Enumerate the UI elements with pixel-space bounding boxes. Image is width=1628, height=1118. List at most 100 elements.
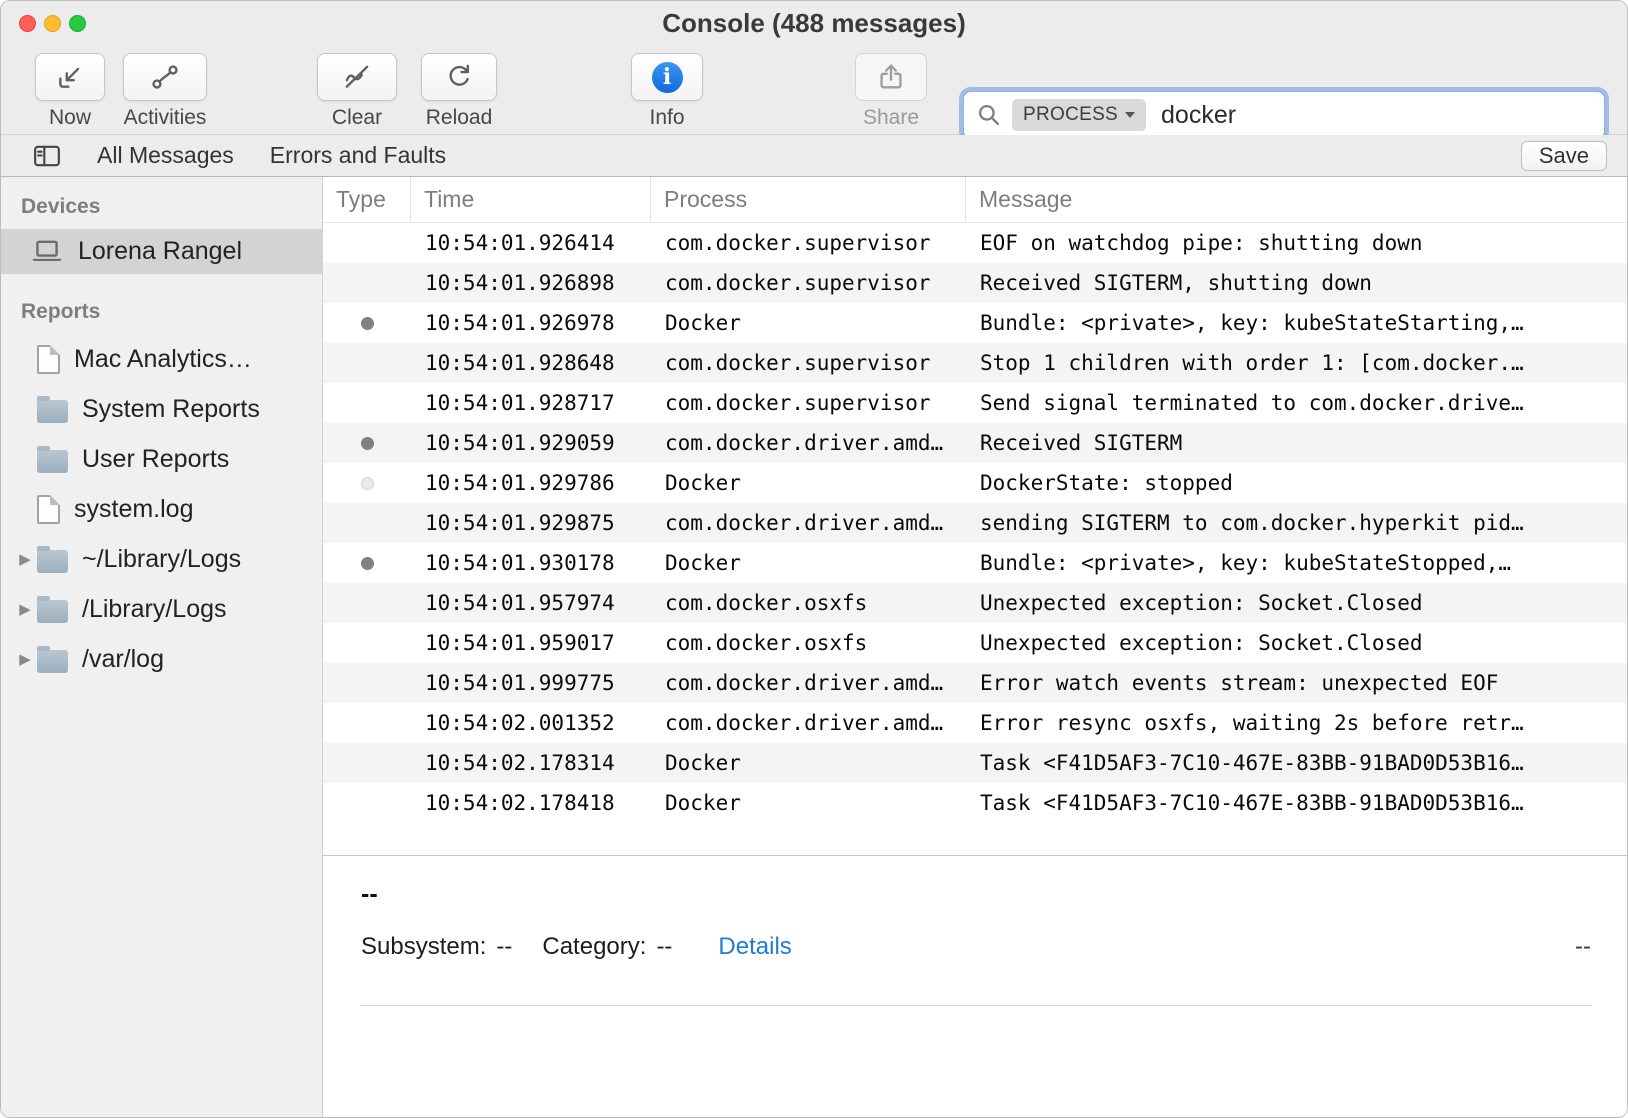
- log-process: com.docker.supervisor: [651, 351, 966, 375]
- log-level-dot: [361, 237, 374, 250]
- log-message: Error resync osxfs, waiting 2s before re…: [966, 711, 1627, 735]
- reload-button[interactable]: [421, 53, 497, 101]
- column-header-process[interactable]: Process: [651, 177, 966, 222]
- log-type-cell: [323, 477, 411, 490]
- column-header-message[interactable]: Message: [966, 177, 1627, 222]
- log-process: com.docker.supervisor: [651, 391, 966, 415]
- share-button[interactable]: [855, 53, 927, 101]
- search-input-value[interactable]: docker: [1161, 101, 1236, 130]
- share-label: Share: [863, 106, 919, 130]
- reload-icon: [444, 62, 474, 92]
- log-message: Task <F41D5AF3-7C10-467E-83BB-91BAD0D53B…: [966, 791, 1627, 815]
- log-time: 10:54:02.178418: [411, 791, 651, 815]
- log-row[interactable]: 10:54:01.957974 com.docker.osxfs Unexpec…: [323, 583, 1627, 623]
- sidebar-item[interactable]: /Library/Logs: [1, 584, 322, 634]
- log-row[interactable]: 10:54:01.929059 com.docker.driver.amd… R…: [323, 423, 1627, 463]
- sidebar-item[interactable]: /var/log: [1, 634, 322, 684]
- log-level-dot: [361, 437, 374, 450]
- close-button[interactable]: [19, 15, 36, 32]
- log-level-dot: [361, 517, 374, 530]
- log-time: 10:54:01.928648: [411, 351, 651, 375]
- sidebar-item[interactable]: ~/Library/Logs: [1, 534, 322, 584]
- column-header-type[interactable]: Type: [323, 177, 411, 222]
- log-row[interactable]: 10:54:01.959017 com.docker.osxfs Unexpec…: [323, 623, 1627, 663]
- now-button[interactable]: [35, 53, 105, 101]
- sidebar-item[interactable]: User Reports: [1, 434, 322, 484]
- log-row[interactable]: 10:54:01.926978 Docker Bundle: <private>…: [323, 303, 1627, 343]
- log-row[interactable]: 10:54:02.178314 Docker Task <F41D5AF3-7C…: [323, 743, 1627, 783]
- sidebar-item[interactable]: System Reports: [1, 384, 322, 434]
- sidebar-item[interactable]: system.log: [1, 484, 322, 534]
- search-field[interactable]: PROCESS docker: [963, 91, 1605, 139]
- filter-errors-and-faults[interactable]: Errors and Faults: [270, 142, 446, 169]
- document-icon: [37, 345, 60, 374]
- log-row[interactable]: 10:54:01.926414 com.docker.supervisor EO…: [323, 223, 1627, 263]
- clear-toolbar-item: Clear: [317, 53, 397, 130]
- sidebar-item-device[interactable]: Lorena Rangel: [1, 229, 322, 274]
- log-level-dot: [361, 757, 374, 770]
- log-type-cell: [323, 637, 411, 650]
- log-message: Unexpected exception: Socket.Closed: [966, 591, 1627, 615]
- disclosure-triangle-icon[interactable]: [13, 600, 37, 619]
- folder-icon: [37, 600, 68, 623]
- clear-button[interactable]: [317, 53, 397, 101]
- log-row[interactable]: 10:54:01.928717 com.docker.supervisor Se…: [323, 383, 1627, 423]
- filter-all-messages[interactable]: All Messages: [97, 142, 234, 169]
- share-icon: [876, 62, 906, 92]
- detail-pane: -- Subsystem: -- Category: -- Details --: [323, 856, 1627, 1006]
- document-icon: [37, 495, 60, 524]
- log-process: com.docker.osxfs: [651, 631, 966, 655]
- disclosure-triangle-icon[interactable]: [13, 650, 37, 669]
- log-time: 10:54:02.178314: [411, 751, 651, 775]
- disclosure-triangle-icon[interactable]: [13, 550, 37, 569]
- log-message: Error watch events stream: unexpected EO…: [966, 671, 1627, 695]
- category-label: Category:: [542, 933, 646, 961]
- sidebar-item-label: ~/Library/Logs: [82, 545, 241, 574]
- detail-title: --: [361, 880, 1591, 909]
- log-process: Docker: [651, 751, 966, 775]
- log-row[interactable]: 10:54:01.929786 Docker DockerState: stop…: [323, 463, 1627, 503]
- log-process: com.docker.driver.amd…: [651, 671, 966, 695]
- filter-bar: All Messages Errors and Faults Save: [1, 135, 1627, 177]
- save-button[interactable]: Save: [1521, 141, 1607, 171]
- log-row[interactable]: 10:54:01.928648 com.docker.supervisor St…: [323, 343, 1627, 383]
- log-time: 10:54:01.999775: [411, 671, 651, 695]
- subsystem-label: Subsystem:: [361, 933, 486, 961]
- log-row[interactable]: 10:54:02.001352 com.docker.driver.amd… E…: [323, 703, 1627, 743]
- reload-toolbar-item: Reload: [421, 53, 497, 130]
- folder-icon: [37, 450, 68, 473]
- process-filter-token[interactable]: PROCESS: [1012, 99, 1146, 131]
- log-row[interactable]: 10:54:01.929875 com.docker.driver.amd… s…: [323, 503, 1627, 543]
- zoom-button[interactable]: [69, 15, 86, 32]
- log-level-dot: [361, 717, 374, 730]
- log-type-cell: [323, 557, 411, 570]
- chevron-down-icon: [1125, 112, 1135, 118]
- log-level-dot: [361, 797, 374, 810]
- now-toolbar-item: Now: [35, 53, 105, 130]
- details-link[interactable]: Details: [718, 933, 791, 961]
- sidebar-item-label: Mac Analytics…: [74, 345, 252, 374]
- log-type-cell: [323, 437, 411, 450]
- log-type-cell: [323, 677, 411, 690]
- activities-label: Activities: [124, 106, 207, 130]
- column-header-time[interactable]: Time: [411, 177, 651, 222]
- sidebar-item-label: /Library/Logs: [82, 595, 227, 624]
- detail-right-value: --: [1575, 933, 1591, 961]
- log-process: Docker: [651, 791, 966, 815]
- sidebar-item[interactable]: Mac Analytics…: [1, 334, 322, 384]
- log-row[interactable]: 10:54:01.926898 com.docker.supervisor Re…: [323, 263, 1627, 303]
- log-process: com.docker.supervisor: [651, 231, 966, 255]
- sidebar-toggle-button[interactable]: [33, 144, 61, 168]
- info-icon: [652, 62, 683, 93]
- log-level-dot: [361, 557, 374, 570]
- reload-label: Reload: [426, 106, 493, 130]
- log-type-cell: [323, 597, 411, 610]
- activities-button[interactable]: [123, 53, 207, 101]
- info-button[interactable]: [631, 53, 703, 101]
- log-row[interactable]: 10:54:02.178418 Docker Task <F41D5AF3-7C…: [323, 783, 1627, 823]
- log-row[interactable]: 10:54:01.999775 com.docker.driver.amd… E…: [323, 663, 1627, 703]
- minimize-button[interactable]: [44, 15, 61, 32]
- log-row[interactable]: 10:54:01.930178 Docker Bundle: <private>…: [323, 543, 1627, 583]
- device-name: Lorena Rangel: [78, 237, 242, 266]
- log-time: 10:54:01.959017: [411, 631, 651, 655]
